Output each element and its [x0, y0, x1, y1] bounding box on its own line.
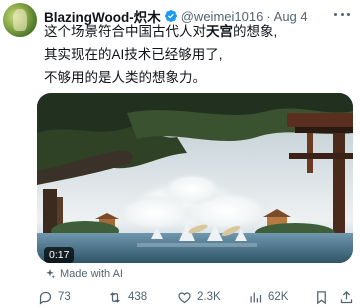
repost-count: 438: [128, 291, 148, 303]
views-icon: [250, 292, 262, 302]
bookmark-icon: [317, 290, 326, 304]
video-duration: 0:17: [44, 247, 75, 263]
bookmark-button[interactable]: [314, 288, 334, 306]
like-icon: [178, 291, 191, 303]
tweet-text-line-2: 其实现在的AI技术已经够用了,: [44, 47, 223, 62]
author-handle[interactable]: @weimei1016: [181, 9, 264, 24]
ai-icon: [46, 269, 55, 279]
tweet-date[interactable]: Aug 4: [274, 9, 308, 24]
video-frame: [37, 93, 353, 263]
retweet-icon: [110, 291, 120, 303]
verified-icon: [164, 10, 177, 22]
share-button[interactable]: [339, 288, 359, 306]
reply-count: 73: [58, 291, 71, 303]
tweet-actions: 73 438 2.3K 62K: [38, 288, 356, 306]
like-button[interactable]: 2.3K: [177, 288, 221, 306]
reply-button[interactable]: 73: [38, 288, 71, 306]
repost-button[interactable]: 438: [107, 288, 147, 306]
share-icon: [340, 290, 353, 303]
tweet-text-line-3: 不够用的是人类的想象力。: [44, 70, 206, 85]
views-button[interactable]: 62K: [248, 288, 288, 306]
made-with-ai-text: Made with AI: [60, 268, 123, 280]
avatar[interactable]: [3, 3, 37, 37]
like-count: 2.3K: [197, 291, 221, 303]
tweet[interactable]: BlazingWood-炽木 @weimei1016 · Aug 4 这个场景符…: [0, 0, 360, 308]
more-icon[interactable]: [332, 6, 352, 22]
made-with-ai-label[interactable]: Made with AI: [44, 268, 123, 280]
reply-icon: [39, 291, 52, 305]
separator-dot: ·: [266, 8, 271, 24]
tweet-text-line-1: 这个场景符合中国古代人对天宫的想象,: [44, 24, 278, 39]
video-media[interactable]: [37, 93, 353, 263]
views-count: 62K: [268, 291, 289, 303]
